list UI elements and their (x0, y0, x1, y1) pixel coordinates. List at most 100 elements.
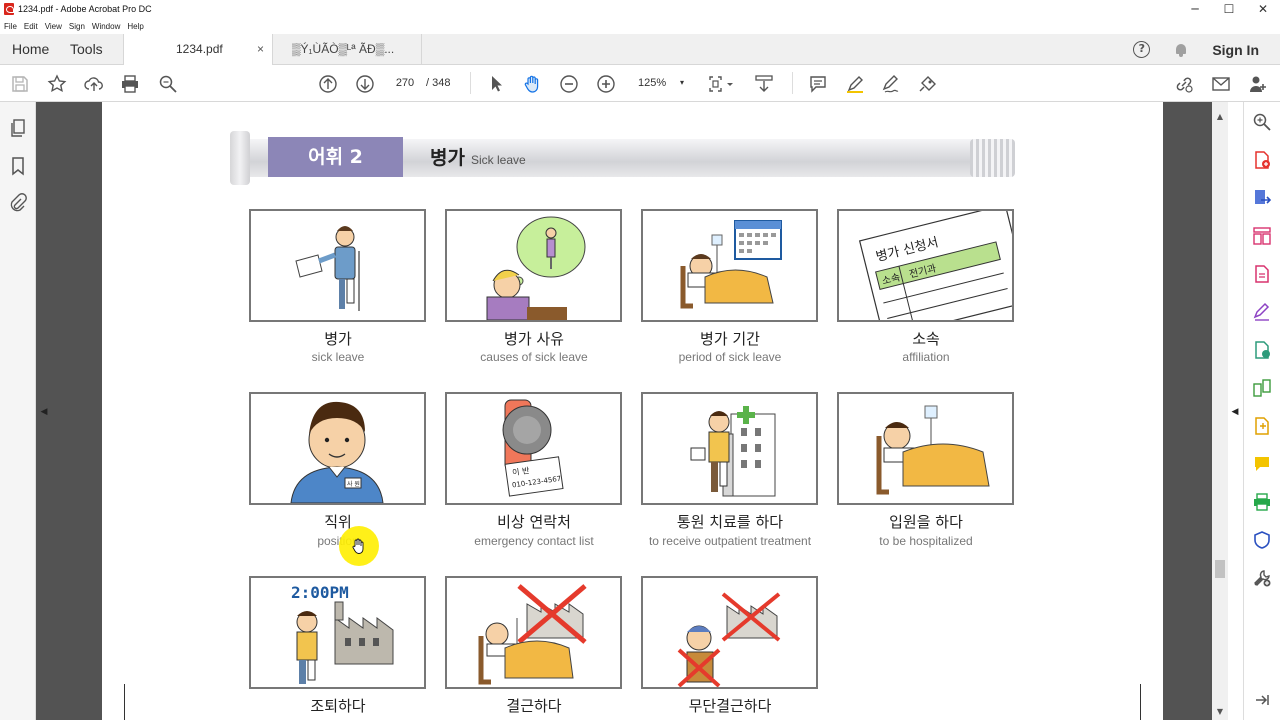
help-icon[interactable]: ? (1133, 41, 1151, 58)
comment-icon[interactable] (808, 74, 828, 94)
zoom-tool-icon[interactable] (1252, 112, 1272, 132)
page-crop-mark (124, 684, 125, 720)
vocab-card-sick-leave (249, 209, 426, 322)
collapse-left-pane-arrow[interactable]: ◀ (37, 402, 51, 422)
zoom-dropdown[interactable]: 125% ▾ (630, 73, 688, 93)
minimize-button[interactable]: ─ (1178, 0, 1212, 18)
page-thumbnails-icon[interactable] (8, 118, 28, 138)
fill-sign-icon[interactable] (1252, 302, 1272, 322)
vocab-ko: 직위 (324, 513, 352, 531)
vocab-card-position: 사 원 (249, 392, 426, 505)
vocab-en: sick leave (311, 350, 365, 364)
tab-document-label: 1234.pdf (176, 42, 223, 56)
tab-document-second[interactable]: ▒Ý₁ÙÃÒ▒ᴸª ÃÐ▒... (274, 34, 422, 65)
lesson-label: 어휘 2 (268, 137, 403, 177)
search-icon[interactable] (158, 74, 178, 94)
toolbar-divider (470, 72, 471, 94)
page-fit-icon[interactable] (707, 74, 737, 94)
page-number-input[interactable]: 270 (388, 73, 422, 93)
scroll-up-arrow[interactable]: ▲ (1212, 110, 1228, 124)
clock-text: 2:00PM (291, 583, 349, 602)
vocab-ko: 병가 사유 (504, 330, 564, 348)
menu-help[interactable]: Help (127, 22, 143, 31)
menu-window[interactable]: Window (92, 22, 120, 31)
vocab-ko: 병가 (324, 330, 352, 348)
scrollbar-thumb[interactable] (1215, 560, 1225, 578)
vocab-ko: 조퇴하다 (310, 697, 366, 715)
highlight-pen-icon[interactable] (845, 74, 865, 94)
send-for-signature-icon[interactable] (1252, 340, 1272, 360)
protect-shield-icon[interactable] (1252, 530, 1272, 550)
print-icon[interactable] (120, 74, 140, 94)
vocab-en: period of sick leave (678, 350, 782, 364)
upload-cloud-icon[interactable] (84, 74, 104, 94)
star-icon[interactable] (47, 74, 67, 94)
previous-page-icon[interactable] (318, 74, 338, 94)
attachment-paperclip-icon[interactable] (8, 193, 28, 213)
combine-files-icon[interactable] (1252, 416, 1272, 436)
bell-icon[interactable] (1174, 43, 1188, 57)
expand-pane-icon[interactable] (1252, 690, 1272, 710)
vocab-en: causes of sick leave (480, 350, 588, 364)
tab-home[interactable]: Home (12, 34, 49, 65)
menu-view[interactable]: View (45, 22, 62, 31)
toolbar-divider (792, 72, 793, 94)
close-window-button[interactable]: ✕ (1246, 0, 1280, 18)
menu-sign[interactable]: Sign (69, 22, 85, 31)
sign-in-button[interactable]: Sign In (1212, 42, 1259, 58)
compare-files-icon[interactable] (1252, 378, 1272, 398)
badge-text: 사 원 (347, 480, 360, 488)
right-tools-pane (1243, 102, 1280, 720)
lesson-header: 어휘 2 병가 Sick leave (230, 131, 1015, 185)
vocab-ko: 통원 치료를 하다 (676, 513, 784, 531)
menu-edit[interactable]: Edit (24, 22, 38, 31)
organize-pages-icon[interactable] (1252, 226, 1272, 246)
scroll-down-arrow[interactable]: ▼ (1212, 705, 1228, 719)
page-crop-mark (1140, 684, 1141, 720)
scroll-mode-icon[interactable] (754, 74, 774, 94)
edit-stamp-icon[interactable] (918, 74, 938, 94)
vocab-card-period-of-sick-leave (641, 209, 818, 322)
acrobat-pdf-icon (4, 3, 14, 15)
select-pointer-icon[interactable] (486, 74, 506, 94)
create-pdf-icon[interactable] (1252, 150, 1272, 170)
vocab-card-causes-of-sick-leave (445, 209, 622, 322)
export-pdf-icon[interactable] (1252, 188, 1272, 208)
zoom-in-icon[interactable] (596, 74, 616, 94)
print-production-icon[interactable] (1252, 492, 1272, 512)
vocab-ko: 결근하다 (506, 697, 562, 715)
edit-pdf-icon[interactable] (1252, 264, 1272, 284)
close-tab-button[interactable]: × (257, 34, 264, 65)
menu-file[interactable]: File (4, 22, 17, 31)
bookmark-icon[interactable] (8, 156, 28, 176)
vocab-ko: 비상 연락처 (497, 513, 571, 531)
vocab-card-absent (445, 576, 622, 689)
more-tools-icon[interactable] (1252, 568, 1272, 588)
menu-bar: File Edit View Sign Window Help (0, 18, 1280, 34)
zoom-out-icon[interactable] (559, 74, 579, 94)
hand-cursor-icon (352, 538, 364, 554)
next-page-icon[interactable] (355, 74, 375, 94)
share-link-icon[interactable] (1174, 74, 1194, 94)
email-icon[interactable] (1211, 74, 1231, 94)
comment-tool-icon[interactable] (1252, 454, 1272, 474)
tab-document-second-label: ▒Ý₁ÙÃÒ▒ᴸª ÃÐ▒... (292, 42, 395, 56)
save-icon[interactable] (10, 74, 30, 94)
vocab-card-hospitalized (837, 392, 1014, 505)
tab-tools[interactable]: Tools (70, 34, 103, 65)
tab-bar: Home Tools 1234.pdf × ▒Ý₁ÙÃÒ▒ᴸª ÃÐ▒... ?… (0, 34, 1280, 65)
hand-tool-icon[interactable] (522, 74, 542, 94)
tab-document-active[interactable]: 1234.pdf × (123, 34, 273, 65)
collapse-right-pane-arrow[interactable]: ◀ (1229, 402, 1241, 422)
vocab-en: emergency contact list (474, 534, 594, 548)
sign-pen-icon[interactable] (881, 74, 901, 94)
vocab-ko: 무단결근하다 (688, 697, 772, 715)
left-navigation-pane (0, 102, 36, 720)
header-cap-decoration (230, 131, 250, 185)
lesson-subtitle: Sick leave (470, 153, 526, 167)
vocab-card-affiliation: 병가 신청서 소속 전기과 (837, 209, 1014, 322)
vertical-scrollbar[interactable]: ▲ ▼ (1212, 102, 1228, 720)
vocab-ko: 소속 (912, 330, 940, 348)
add-user-icon[interactable] (1248, 74, 1268, 94)
maximize-button[interactable]: ☐ (1212, 0, 1246, 18)
